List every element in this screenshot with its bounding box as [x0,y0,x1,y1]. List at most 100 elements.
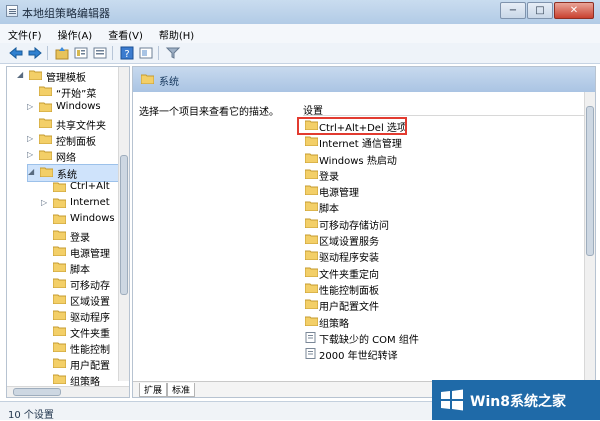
setting-row-group-policy[interactable]: 组策略 [303,313,585,330]
window-title: 本地组策略编辑器 [22,7,110,20]
svg-text:?: ? [124,49,129,60]
folder-icon [39,102,52,112]
expand-arrow-icon[interactable]: ◢ [28,168,36,176]
expand-arrow-icon[interactable]: ◢ [17,71,25,79]
tree-vertical-scrollbar[interactable] [118,67,129,381]
tree-item-label: 驱动程序 [70,313,110,324]
folder-icon [305,267,318,277]
close-button[interactable]: ✕ [554,2,594,19]
menu-action[interactable]: 操作(A) [50,24,101,43]
folder-icon [141,74,154,84]
folder-icon [305,234,318,245]
folder-icon [53,326,66,336]
setting-row-folder-redirection[interactable]: 文件夹重定向 [303,264,585,281]
folder-icon [53,310,66,320]
collapse-arrow-icon[interactable]: ▷ [27,151,35,159]
description-text: 选择一个项目来查看它的描述。 [139,107,279,118]
setting-row-windows-hot-start[interactable]: Windows 热启动 [303,150,585,167]
folder-icon [53,230,66,240]
properties-icon[interactable] [92,45,108,61]
tree-item-label: 电源管理 [70,249,110,260]
setting-row-performance-control-panel[interactable]: 性能控制面板 [303,280,585,297]
setting-label: 可移动存储访问 [319,220,389,232]
tab-extended[interactable]: 扩展 [139,383,168,397]
details-title: 系统 [159,77,179,88]
setting-row-removable-storage[interactable]: 可移动存储访问 [303,215,585,232]
folder-icon [53,262,66,272]
window-controls: − □ ✕ [499,2,594,19]
watermark-logo: Win8系统之家 [432,380,600,420]
tree-item-label: Windows [56,101,101,112]
folder-icon [53,246,66,256]
setting-label: 登录 [319,171,339,183]
folder-icon [53,374,66,384]
list-icon[interactable] [73,45,89,61]
tree-item-label: 脚本 [70,265,90,276]
folder-icon [53,278,66,288]
view-icon[interactable] [138,45,154,61]
menu-file[interactable]: 文件(F) [0,24,50,43]
tree-item-label: “开始”菜 [56,89,97,100]
tree-item-label: 控制面板 [56,137,96,148]
up-icon[interactable] [54,45,70,61]
folder-icon [305,250,318,261]
tree-item-label: Windows [70,213,115,224]
back-icon[interactable] [8,45,24,61]
folder-icon [53,214,66,224]
setting-row-download-missing-com[interactable]: 下载缺少的 COM 组件 [303,329,585,346]
setting-row-locale-services[interactable]: 区域设置服务 [303,231,585,249]
tree-item-label: Ctrl+Alt [70,181,110,192]
tree-vertical-scroll-thumb[interactable] [120,155,128,295]
setting-label: 区域设置服务 [319,237,379,249]
maximize-button[interactable]: □ [527,2,553,19]
setting-row-driver-installation[interactable]: 驱动程序安装 [303,247,585,264]
collapse-arrow-icon[interactable]: ▷ [27,135,35,143]
settings-vertical-scroll-thumb[interactable] [586,106,594,256]
tree-item-label: Internet [70,197,110,208]
folder-icon [53,358,66,368]
minimize-button[interactable]: − [500,2,526,19]
details-pane: 系统 选择一个项目来查看它的描述。 设置 Ctrl+Alt+Del 选项 Int… [132,66,596,398]
folder-icon [305,201,318,212]
setting-label: 下载缺少的 COM 组件 [319,334,419,346]
setting-row-power-management[interactable]: 电源管理 [303,182,585,200]
tree-item-label: 区域设置 [70,297,110,308]
folder-icon [29,70,42,80]
toolbar: ? [0,43,600,64]
setting-row-internet-management[interactable]: Internet 通信管理 [303,133,585,151]
tree-horizontal-scrollbar[interactable] [7,386,129,397]
details-header: 系统 [133,67,595,92]
window-titlebar: 本地组策略编辑器 − □ ✕ [0,0,600,25]
settings-vertical-scrollbar[interactable] [584,92,595,381]
setting-label: Internet 通信管理 [319,139,402,151]
tree-item-label: 网络 [56,153,76,164]
tab-standard[interactable]: 标准 [167,383,196,397]
forward-icon[interactable] [27,45,43,61]
folder-icon [305,316,318,326]
folder-icon [40,167,53,177]
help-icon[interactable]: ? [119,45,135,61]
toolbar-separator [47,46,48,60]
setting-row-logon[interactable]: 登录 [303,166,585,183]
watermark-text: Win8系统之家 [470,394,566,410]
tree-item-label: 可移动存 [70,281,110,292]
setting-label: 电源管理 [319,188,359,200]
setting-label: 组策略 [319,318,349,330]
setting-row-scripts[interactable]: 脚本 [303,198,585,215]
folder-icon [305,153,318,163]
toolbar-separator-2 [112,46,113,60]
tree-item-label: 登录 [70,233,90,244]
tree-item-label: 共享文件夹 [56,121,106,132]
setting-row-century-interpretation[interactable]: 2000 年世纪转译 [303,345,585,363]
tree-item-system[interactable]: ◢ 系统 [27,164,121,182]
menu-help[interactable]: 帮助(H) [151,24,202,43]
collapse-arrow-icon[interactable]: ▷ [27,103,35,111]
tree-horizontal-scroll-thumb[interactable] [13,388,61,396]
menu-view[interactable]: 查看(V) [100,24,151,43]
filter-icon[interactable] [165,45,181,61]
settings-column-header[interactable]: 设置 [303,101,585,117]
folder-icon [53,198,66,208]
collapse-arrow-icon[interactable]: ▷ [41,199,49,207]
setting-row-user-profiles[interactable]: 用户配置文件 [303,296,585,313]
setting-label: 2000 年世纪转译 [319,351,398,363]
